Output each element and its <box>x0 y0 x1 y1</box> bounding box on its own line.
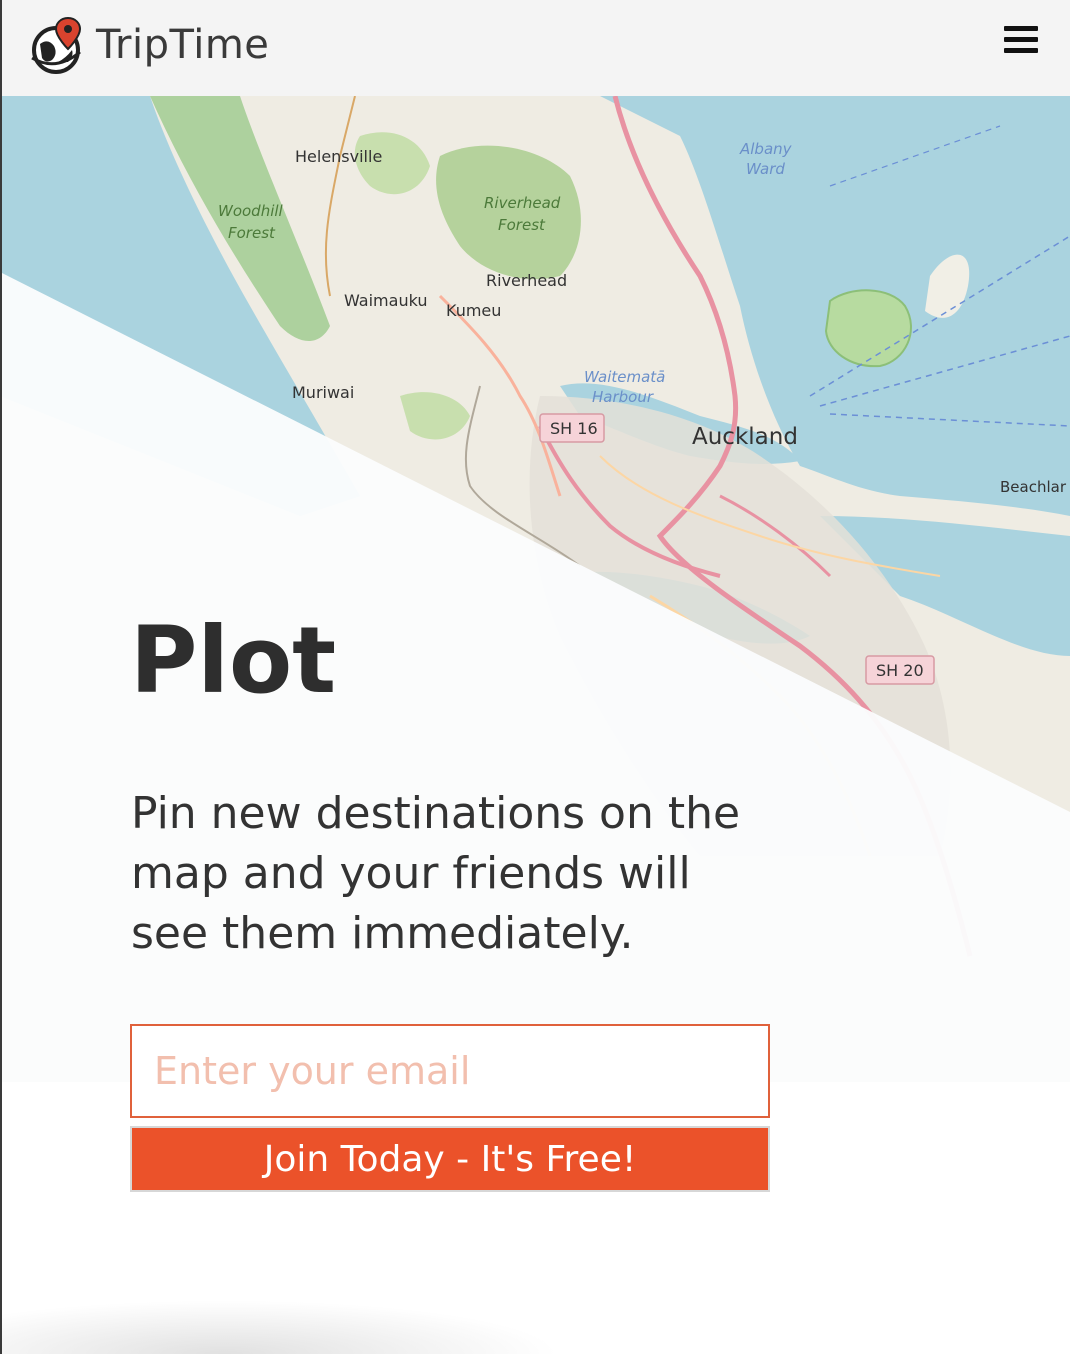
window-left-edge <box>0 0 2 1354</box>
map-label-auckland: Auckland <box>692 424 798 450</box>
hero-title: Plot <box>130 607 337 714</box>
map-label-waimauku: Waimauku <box>344 291 428 310</box>
brand[interactable]: TripTime <box>28 14 269 76</box>
join-button[interactable]: Join Today - It's Free! <box>130 1126 770 1192</box>
map-label-waitemata-2: Harbour <box>592 388 654 406</box>
map-label-albany-ward-1: Albany <box>739 140 793 158</box>
hamburger-menu-icon[interactable] <box>1004 26 1038 56</box>
hero-description: Pin new destinations on the map and your… <box>131 788 741 959</box>
map-label-riverhead-forest-1: Riverhead <box>484 194 561 212</box>
map-label-albany-ward-2: Ward <box>746 160 785 178</box>
map-label-kumeu: Kumeu <box>446 301 501 320</box>
bottom-shadow <box>0 1300 560 1354</box>
map-label-waitemata-1: Waitematā <box>584 368 665 386</box>
map-label-riverhead: Riverhead <box>486 271 567 290</box>
map-label-sh16: SH 16 <box>550 419 598 438</box>
map-label-helensville: Helensville <box>295 147 382 166</box>
top-navbar: TripTime <box>0 0 1070 96</box>
map-label-woodhill-forest-1: Woodhill <box>218 202 284 220</box>
map-label-riverhead-forest-2: Forest <box>498 216 546 234</box>
map-label-sh20: SH 20 <box>876 661 924 680</box>
globe-pin-icon <box>31 16 82 74</box>
email-input[interactable] <box>130 1024 770 1118</box>
map-label-woodhill-forest-2: Forest <box>228 224 276 242</box>
brand-name: TripTime <box>96 22 270 68</box>
map-label-muriwai: Muriwai <box>292 383 354 402</box>
map-label-beachlands: Beachlar <box>1000 478 1067 496</box>
